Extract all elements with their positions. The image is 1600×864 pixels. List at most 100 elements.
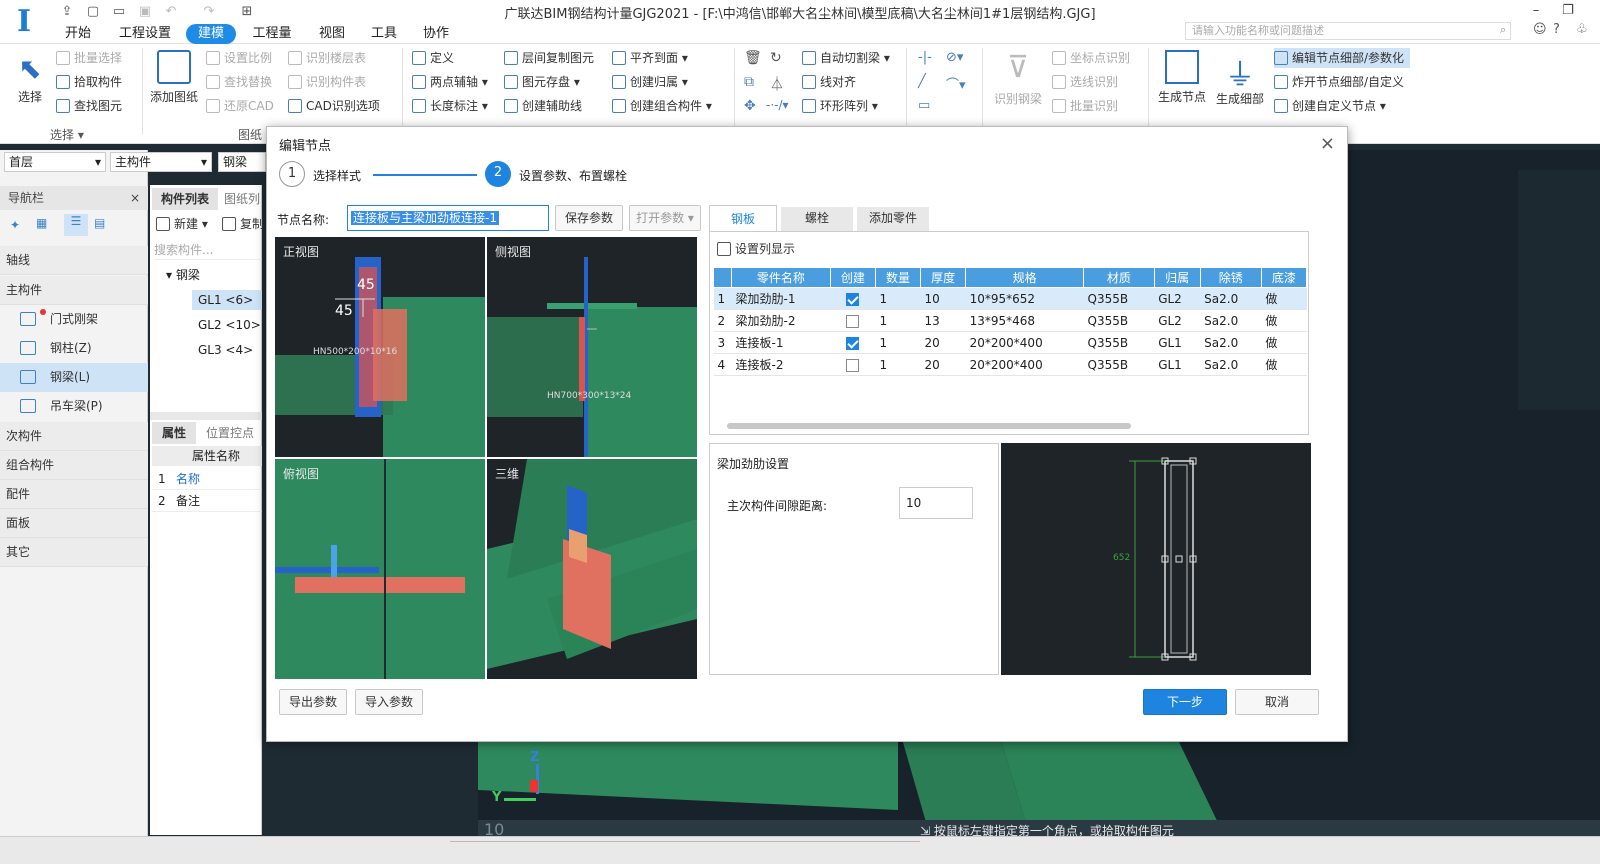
tree-item-gl1[interactable]: GL1 <6> xyxy=(192,290,262,310)
find-replace-button[interactable]: 查找替换 xyxy=(206,72,272,92)
top-view[interactable]: 俯视图 xyxy=(275,459,485,679)
nav-item-portal-frame[interactable]: 门式刚架 xyxy=(0,305,148,334)
create-checkbox[interactable] xyxy=(846,336,860,350)
import-params-button[interactable]: 导入参数 xyxy=(355,689,423,715)
align-to-face-button[interactable]: 平齐到面 ▾ xyxy=(612,48,688,68)
create-composite-button[interactable]: 创建组合构件 ▾ xyxy=(612,96,712,116)
grid-view-icon[interactable]: ▦ xyxy=(36,216,47,230)
nav-category-composite[interactable]: 组合构件 xyxy=(0,451,148,480)
node-name-input[interactable]: 连接板与主梁加劲板连接-1 xyxy=(347,205,549,231)
auto-cut-beam-button[interactable]: 自动切割梁 ▾ xyxy=(802,48,890,68)
menu-quantity[interactable]: 工程量 xyxy=(248,24,296,44)
pick-component-button[interactable]: 拾取构件 xyxy=(56,72,122,92)
create-checkbox[interactable] xyxy=(846,358,860,372)
select-tool-button[interactable]: ⬉ 选择 xyxy=(10,52,50,105)
rotate-icon[interactable]: ↻ xyxy=(770,50,782,66)
component-search-input[interactable]: 搜索构件... xyxy=(154,240,262,260)
search-icon[interactable]: ⌕ xyxy=(1500,23,1506,37)
open-params-button[interactable]: 打开参数 ▾ xyxy=(629,205,701,231)
restore-cad-button[interactable]: 还原CAD xyxy=(206,96,274,116)
menu-modeling[interactable]: 建模 xyxy=(186,24,236,44)
tab-component-list[interactable]: 构件列表 xyxy=(152,188,218,210)
find-element-button[interactable]: 查找图元 xyxy=(56,96,122,116)
copy-icon[interactable]: ⧉ xyxy=(744,74,754,90)
table-horizontal-scrollbar[interactable] xyxy=(727,423,1131,429)
nav-item-steel-column[interactable]: 钢柱(Z) xyxy=(0,334,148,363)
next-step-button[interactable]: 下一步 xyxy=(1143,689,1227,715)
tab-bolt[interactable]: 螺栓 xyxy=(781,207,853,231)
skin-icon[interactable]: ♧ xyxy=(1576,22,1588,37)
table-row[interactable]: 2 梁加劲肋-2 1 13 13*95*468 Q355B GL2 Sa2.0 … xyxy=(713,309,1307,332)
menu-project-settings[interactable]: 工程设置 xyxy=(114,24,176,44)
iso-view[interactable]: 三维 xyxy=(487,459,697,679)
undo-icon[interactable]: ↶ xyxy=(162,4,180,20)
save-icon[interactable]: ▣ xyxy=(136,4,154,20)
recognize-component-table-button[interactable]: 识别构件表 xyxy=(288,72,366,92)
recognize-floor-table-button[interactable]: 识别楼层表 xyxy=(288,48,366,68)
explode-node-button[interactable]: 炸开节点细部/自定义 xyxy=(1274,72,1404,92)
help-icon[interactable]: ? xyxy=(1553,22,1560,37)
export-params-button[interactable]: 导出参数 xyxy=(279,689,347,715)
nav-category-axis[interactable]: 轴线 xyxy=(0,246,148,275)
user-icon[interactable]: ☺ xyxy=(1533,22,1547,37)
tree-root-steel-beam[interactable]: ▾ 钢梁 xyxy=(166,266,200,283)
element-store-button[interactable]: 图元存盘 ▾ xyxy=(504,72,580,92)
line-icon[interactable]: ╱ xyxy=(918,74,926,89)
new-component-button[interactable]: 新建 ▾ xyxy=(156,214,208,234)
coordinate-recognize-button[interactable]: 坐标点识别 xyxy=(1052,48,1130,68)
rectangle-icon[interactable]: ▭ xyxy=(918,98,930,113)
column-display-button[interactable]: 设置列显示 xyxy=(717,239,795,259)
menu-tools[interactable]: 工具 xyxy=(368,24,400,44)
close-icon[interactable]: × xyxy=(130,186,140,210)
nav-category-accessory[interactable]: 配件 xyxy=(0,480,148,509)
snap-toolbar[interactable] xyxy=(450,841,920,861)
batch-recognize-button[interactable]: 批量识别 xyxy=(1052,96,1118,116)
cad-recognize-options-button[interactable]: CAD识别选项 xyxy=(288,96,380,116)
mirror-icon[interactable]: ⏃ xyxy=(770,74,784,94)
tab-properties[interactable]: 属性 xyxy=(152,422,196,444)
circle-icon[interactable]: ⊘▾ xyxy=(946,50,963,65)
define-button[interactable]: 定义 xyxy=(412,48,454,68)
generate-node-button[interactable]: 生成节点 xyxy=(1154,50,1210,105)
create-custom-node-button[interactable]: 创建自定义节点 ▾ xyxy=(1274,96,1386,116)
tree-item-gl3[interactable]: GL3 <4> xyxy=(192,340,262,360)
tab-position-points[interactable]: 位置控点 xyxy=(198,422,262,444)
line-select-recognize-button[interactable]: 选线识别 xyxy=(1052,72,1118,92)
upload-icon[interactable]: ⇪ xyxy=(58,4,76,20)
menu-start[interactable]: 开始 xyxy=(60,24,96,44)
redo-icon[interactable]: ↷ xyxy=(200,4,218,20)
list-view-icon[interactable]: ☰ xyxy=(64,214,88,236)
two-point-axis-button[interactable]: 两点辅轴 ▾ xyxy=(412,72,488,92)
floor-select[interactable]: 首层 ▾ xyxy=(4,152,106,172)
circular-array-button[interactable]: 环形阵列 ▾ xyxy=(802,96,878,116)
save-params-button[interactable]: 保存参数 xyxy=(555,205,623,231)
select-group-label[interactable]: 选择 ▾ xyxy=(50,126,84,143)
copy-component-button[interactable]: 复制 xyxy=(222,214,264,234)
side-view[interactable]: 侧视图 HN700*300*13*24 xyxy=(487,237,697,457)
prop-row[interactable]: 2 备注 xyxy=(152,490,262,512)
new-file-icon[interactable]: ▢ xyxy=(84,4,102,20)
set-scale-button[interactable]: 设置比例 xyxy=(206,48,272,68)
open-folder-icon[interactable]: ▭ xyxy=(110,4,128,20)
nav-item-steel-beam[interactable]: 钢梁(L) xyxy=(0,363,148,392)
tree-item-gl2[interactable]: GL2 <10> xyxy=(192,315,262,335)
edit-node-detail-button[interactable]: 编辑节点细部/参数化 xyxy=(1274,48,1411,68)
panel-divider[interactable] xyxy=(150,412,262,420)
tab-add-part[interactable]: 添加零件 xyxy=(857,207,929,231)
restore-button[interactable]: ❐ xyxy=(1560,3,1576,19)
arc-icon[interactable]: ⌒▾ xyxy=(946,74,966,93)
dialog-close-icon[interactable]: × xyxy=(1320,133,1335,154)
delete-icon[interactable]: 🗑 xyxy=(744,50,762,66)
drawing-group-label[interactable]: 图纸 xyxy=(238,126,262,143)
create-guide-line-button[interactable]: 创建辅助线 xyxy=(504,96,582,116)
grid-icon[interactable]: ⊞ xyxy=(238,4,256,20)
pin-icon[interactable]: ✦ xyxy=(10,218,20,232)
menu-collaborate[interactable]: 协作 xyxy=(420,24,452,44)
nav-category-other[interactable]: 其它 xyxy=(0,538,148,567)
menu-view[interactable]: 视图 xyxy=(316,24,348,44)
tab-drawing-list[interactable]: 图纸列 xyxy=(220,188,264,210)
extend-icon[interactable]: -·-/▾ xyxy=(766,98,789,112)
prop-row[interactable]: 1 名称 xyxy=(152,468,262,490)
component-sub-select[interactable]: 钢梁 xyxy=(218,152,266,172)
add-drawing-button[interactable]: 添加图纸 xyxy=(148,50,200,105)
